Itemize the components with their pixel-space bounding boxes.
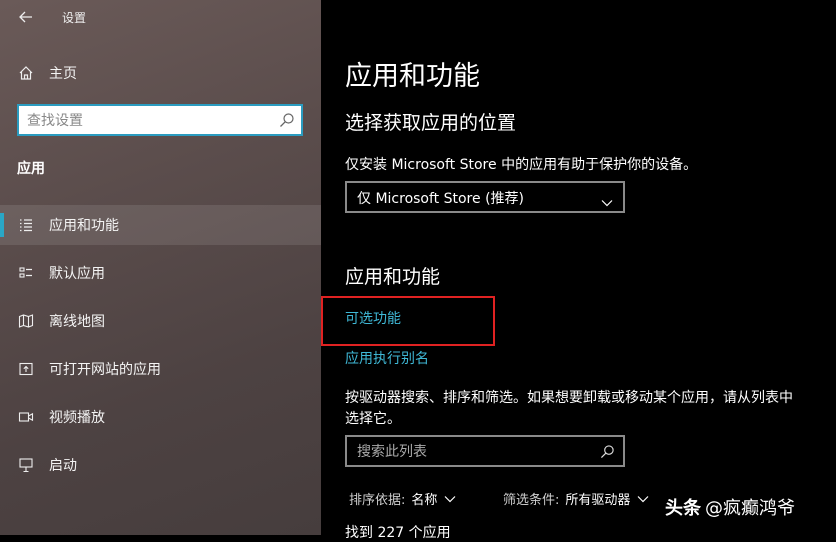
filter-value: 所有驱动器 <box>565 493 631 508</box>
open-website-icon <box>17 360 35 378</box>
app-list-search-input[interactable] <box>357 442 587 462</box>
video-icon <box>17 408 35 426</box>
sidebar-item-label: 启动 <box>49 458 77 474</box>
search-icon[interactable] <box>279 112 295 132</box>
sidebar: 设置 主页 应用 应用和功能 默认应用 离线地图 可 <box>0 0 321 535</box>
selected-indicator <box>0 213 4 237</box>
sidebar-item-apps-for-websites[interactable]: 可打开网站的应用 <box>0 349 321 389</box>
sort-by-control[interactable]: 排序依据: 名称 <box>349 489 456 508</box>
app-execution-aliases-link[interactable]: 应用执行别名 <box>345 348 429 368</box>
back-button[interactable] <box>12 4 40 30</box>
startup-icon <box>17 456 35 474</box>
app-source-dropdown[interactable]: 仅 Microsoft Store (推荐) <box>345 181 625 213</box>
apps-section-description: 按驱动器搜索、排序和筛选。如果想要卸载或移动某个应用，请从列表中选择它。 <box>345 390 793 427</box>
sidebar-item-label: 应用和功能 <box>49 218 119 234</box>
watermark-brand: 头条 <box>665 498 701 519</box>
search-icon[interactable] <box>600 444 615 463</box>
settings-search-input[interactable] <box>27 111 267 131</box>
sidebar-section-header: 应用 <box>17 161 45 177</box>
chevron-down-icon <box>637 495 649 503</box>
sidebar-item-startup[interactable]: 启动 <box>0 445 321 485</box>
highlight-annotation-box <box>321 296 495 346</box>
sidebar-item-label: 默认应用 <box>49 266 105 282</box>
chevron-down-icon <box>601 192 613 211</box>
sidebar-item-offline-maps[interactable]: 离线地图 <box>0 301 321 341</box>
watermark: 头条 @疯癫鸿爷 <box>665 494 795 520</box>
dropdown-selected-value: 仅 Microsoft Store (推荐) <box>357 191 524 207</box>
install-section-heading: 选择获取应用的位置 <box>345 112 517 134</box>
back-arrow-icon <box>19 8 33 27</box>
sidebar-item-label: 视频播放 <box>49 410 105 426</box>
sidebar-item-label: 可打开网站的应用 <box>49 362 161 378</box>
sidebar-item-default-apps[interactable]: 默认应用 <box>0 253 321 293</box>
app-list-search-box[interactable] <box>345 435 625 467</box>
sort-value: 名称 <box>411 493 438 508</box>
sort-label: 排序依据: <box>349 493 406 508</box>
app-count-text: 找到 227 个应用 <box>345 525 451 541</box>
apps-section-heading: 应用和功能 <box>345 266 441 288</box>
install-section-description: 仅安装 Microsoft Store 中的应用有助于保护你的设备。 <box>345 157 698 173</box>
list-icon <box>17 216 35 234</box>
sidebar-item-label: 离线地图 <box>49 314 105 330</box>
settings-search-box[interactable] <box>17 104 303 136</box>
default-apps-icon <box>17 264 35 282</box>
filter-label: 筛选条件: <box>503 493 560 508</box>
window-title: 设置 <box>62 11 87 25</box>
page-title: 应用和功能 <box>345 61 480 92</box>
map-icon <box>17 312 35 330</box>
sidebar-item-video-playback[interactable]: 视频播放 <box>0 397 321 437</box>
sidebar-item-apps-features[interactable]: 应用和功能 <box>0 205 321 245</box>
sidebar-item-home[interactable]: 主页 <box>0 53 321 93</box>
filter-by-control[interactable]: 筛选条件: 所有驱动器 <box>503 489 649 508</box>
sidebar-home-label: 主页 <box>49 66 77 82</box>
home-icon <box>17 64 35 82</box>
chevron-down-icon <box>444 495 456 503</box>
main-content: 应用和功能 选择获取应用的位置 仅安装 Microsoft Store 中的应用… <box>321 0 836 541</box>
watermark-handle: @疯癫鸿爷 <box>705 498 795 519</box>
